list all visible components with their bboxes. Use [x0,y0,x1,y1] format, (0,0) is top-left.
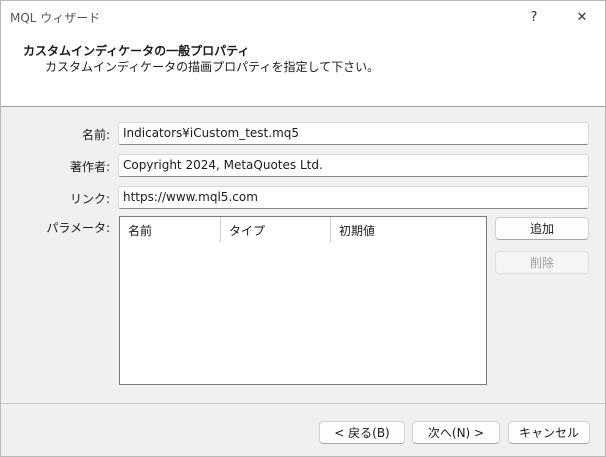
title-bar: MQL ウィザード ? ✕ [1,1,605,33]
parameters-list-header: 名前 タイプ 初期値 [120,217,486,242]
name-label: 名前: [81,128,110,142]
parameters-list[interactable]: 名前 タイプ 初期値 [119,216,487,385]
column-header-type[interactable]: タイプ [221,217,331,242]
window-title: MQL ウィザード [10,11,101,25]
author-field[interactable]: Copyright 2024, MetaQuotes Ltd. [118,154,589,177]
next-button[interactable]: 次へ(N) > [412,421,500,444]
back-button[interactable]: < 戻る(B) [319,421,405,444]
link-label: リンク: [69,192,110,206]
add-parameter-button[interactable]: 追加 [495,217,589,240]
help-icon: ? [530,9,538,25]
wizard-window: MQL ウィザード ? ✕ カスタムインディケータの一般プロパティ カスタムイン… [0,0,606,457]
close-button[interactable]: ✕ [559,1,605,33]
delete-parameter-button[interactable]: 削除 [495,251,589,274]
column-header-name[interactable]: 名前 [120,217,221,242]
link-field[interactable]: https://www.mql5.com [118,186,589,209]
cancel-button[interactable]: キャンセル [508,421,590,444]
footer-divider [1,403,605,404]
help-button[interactable]: ? [511,1,557,33]
parameters-label: パラメータ: [46,221,110,235]
name-field[interactable]: Indicators¥iCustom_test.mq5 [118,122,589,145]
wizard-header: カスタムインディケータの一般プロパティ カスタムインディケータの描画プロパティを… [1,33,605,107]
page-title: カスタムインディケータの一般プロパティ [23,44,250,58]
author-label: 著作者: [69,160,110,174]
column-header-default[interactable]: 初期値 [331,217,486,242]
close-icon: ✕ [576,9,588,25]
page-subtitle: カスタムインディケータの描画プロパティを指定して下さい。 [45,60,380,74]
